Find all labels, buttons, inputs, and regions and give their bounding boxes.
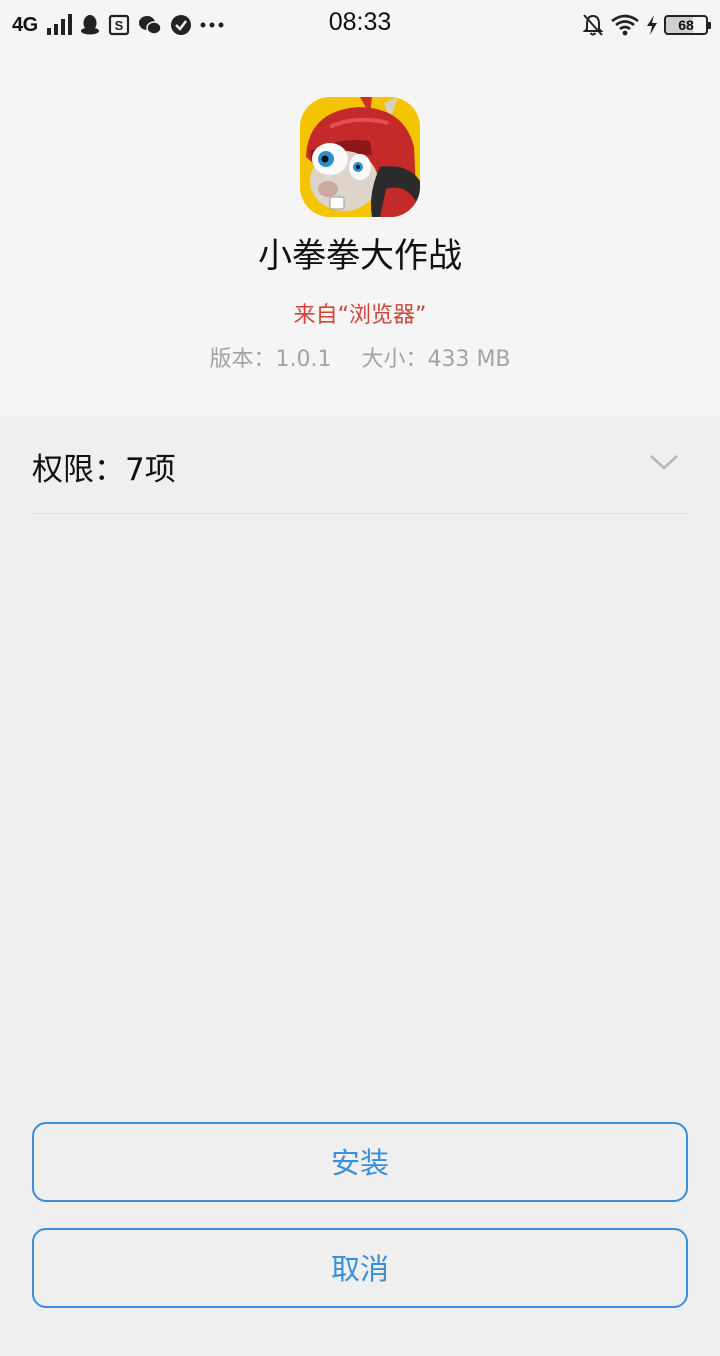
permissions-label: 权限：7项 (32, 452, 176, 488)
cancel-button[interactable]: 取消 (32, 1228, 688, 1308)
status-bar: 4G S 08:33 68 (0, 0, 720, 50)
status-bar-right: 68 (582, 10, 711, 40)
install-button[interactable]: 安装 (32, 1122, 688, 1202)
wifi-icon (610, 14, 640, 36)
app-meta: 版本：1.0.1 大小：433 MB (0, 341, 720, 373)
app-version: 版本：1.0.1 (209, 347, 332, 372)
notification-off-icon (582, 13, 604, 37)
app-source: 来自“浏览器” (293, 303, 427, 328)
app-name: 小拳拳大作战 (258, 236, 462, 276)
battery-icon: 68 (664, 15, 711, 35)
app-size: 大小：433 MB (361, 347, 511, 372)
permissions-expander[interactable]: 权限：7项 (32, 416, 688, 514)
charging-icon (646, 14, 658, 36)
app-info-header: 小拳拳大作战 来自“浏览器” 版本：1.0.1 大小：433 MB (0, 50, 720, 416)
app-icon (300, 97, 420, 217)
chevron-down-icon[interactable] (648, 452, 680, 472)
battery-level: 68 (678, 17, 694, 33)
